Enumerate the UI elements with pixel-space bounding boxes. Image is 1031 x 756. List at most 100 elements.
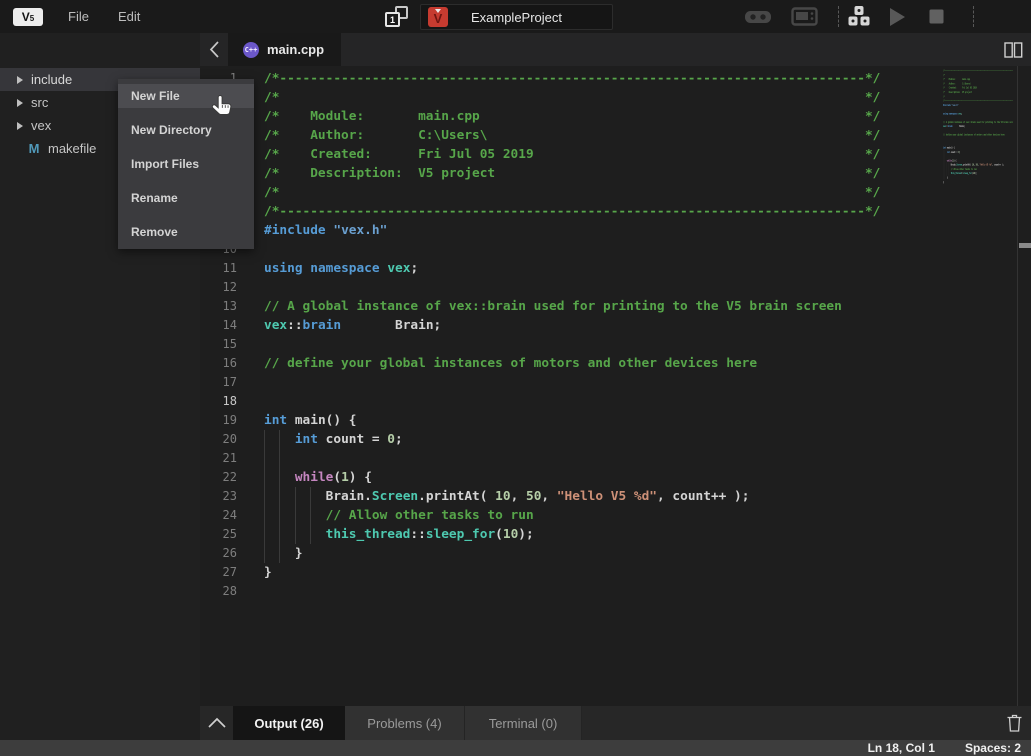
tree-item-label: vex: [31, 118, 51, 133]
code-line[interactable]: this_thread::sleep_for(10);: [264, 525, 880, 544]
line-number: 21: [200, 449, 245, 468]
devices-icon[interactable]: [847, 0, 871, 33]
indent-guide: [279, 525, 280, 544]
code-line[interactable]: [264, 582, 880, 601]
indent-guide: [279, 449, 280, 468]
code-line[interactable]: using namespace vex;: [264, 259, 880, 278]
context-menu-item-rename[interactable]: Rename: [118, 181, 254, 215]
line-number: 17: [200, 373, 245, 392]
line-number: 23: [200, 487, 245, 506]
code-content[interactable]: /*--------------------------------------…: [264, 69, 880, 601]
chevron-right-icon[interactable]: [17, 99, 23, 107]
panel-tab-terminal[interactable]: Terminal (0): [465, 706, 582, 740]
indent-guide: [310, 506, 311, 525]
code-line[interactable]: // define your global instances of motor…: [264, 354, 880, 373]
code-line[interactable]: }: [264, 563, 880, 582]
code-line[interactable]: int main() {: [264, 411, 880, 430]
code-line[interactable]: [264, 335, 880, 354]
brain-screen-icon[interactable]: [791, 0, 818, 33]
menu-edit[interactable]: Edit: [112, 0, 146, 33]
panel-tab-problems[interactable]: Problems (4): [345, 706, 465, 740]
indent-guide: [279, 487, 280, 506]
context-menu-item-remove[interactable]: Remove: [118, 215, 254, 249]
run-icon[interactable]: [888, 0, 907, 33]
code-line[interactable]: // Allow other tasks to run: [264, 506, 880, 525]
indent-guide: [279, 544, 280, 563]
indent-guide: [310, 525, 311, 544]
makefile-icon: M: [28, 141, 40, 156]
code-line[interactable]: /*--------------------------------------…: [264, 202, 880, 221]
cpp-file-icon: C++: [243, 42, 259, 58]
code-line[interactable]: /* Created: Fri Jul 05 2019 */: [264, 145, 880, 164]
code-line[interactable]: [264, 449, 880, 468]
code-line[interactable]: /*--------------------------------------…: [264, 69, 880, 88]
code-line[interactable]: [264, 240, 880, 259]
back-chevron-icon[interactable]: [205, 39, 225, 60]
hand-cursor-pointer: [210, 93, 237, 125]
indent-guide: [264, 487, 265, 506]
code-line[interactable]: [264, 278, 880, 297]
line-number: 24: [200, 506, 245, 525]
status-bar: Ln 18, Col 1 Spaces: 2: [0, 740, 1031, 756]
split-editor-icon[interactable]: [1004, 42, 1023, 63]
code-line[interactable]: #include "vex.h": [264, 221, 880, 240]
scrollbar-thumb[interactable]: [1019, 243, 1031, 248]
indent-guide: [279, 430, 280, 449]
bottom-panel-tabs: Output (26)Problems (4)Terminal (0): [200, 706, 1031, 740]
controller-icon[interactable]: [744, 0, 772, 33]
tree-item-label: include: [31, 72, 72, 87]
line-number: 27: [200, 563, 245, 582]
code-editor[interactable]: 1234567891011121314151617181920212223242…: [200, 66, 1031, 706]
slot-number: 1: [385, 12, 400, 27]
panel-expand-chevron-icon[interactable]: [200, 706, 233, 740]
code-line[interactable]: [264, 373, 880, 392]
code-content[interactable]: /*--------------------------------------…: [943, 69, 1013, 189]
indent-guide: [264, 525, 265, 544]
indentation-setting[interactable]: Spaces: 2: [965, 741, 1021, 755]
clear-output-trash-icon[interactable]: [1006, 713, 1023, 738]
code-line[interactable]: vex::brain Brain;: [264, 316, 880, 335]
code-line[interactable]: // A global instance of vex::brain used …: [264, 297, 880, 316]
context-menu-item-import-files[interactable]: Import Files: [118, 147, 254, 181]
code-line[interactable]: /* */: [264, 183, 880, 202]
line-number: 16: [200, 354, 245, 373]
code-line[interactable]: [264, 392, 880, 411]
code-line[interactable]: /* */: [264, 88, 880, 107]
indent-guide: [279, 506, 280, 525]
top-menu-bar: V5 File Edit 1 V ExampleProject: [0, 0, 1031, 33]
menu-file[interactable]: File: [62, 0, 95, 33]
chevron-right-icon[interactable]: [17, 76, 23, 84]
v5-logo[interactable]: V5: [13, 8, 43, 26]
stop-icon[interactable]: [929, 0, 944, 33]
indent-guide: [264, 449, 265, 468]
vexcode-window: V5 File Edit 1 V ExampleProject: [0, 0, 1031, 756]
indent-guide: [264, 544, 265, 563]
line-number: 11: [200, 259, 245, 278]
minimap[interactable]: /*--------------------------------------…: [935, 68, 1013, 208]
code-line[interactable]: Brain.Screen.printAt( 10, 50, "Hello V5 …: [264, 487, 880, 506]
tab-label: main.cpp: [267, 42, 324, 57]
indent-guide: [295, 506, 296, 525]
code-line[interactable]: }: [264, 544, 880, 563]
code-line[interactable]: /* Module: main.cpp */: [264, 107, 880, 126]
indent-guide: [295, 525, 296, 544]
cursor-position[interactable]: Ln 18, Col 1: [868, 741, 935, 755]
code-line[interactable]: [943, 184, 1013, 188]
line-number: 19: [200, 411, 245, 430]
code-line[interactable]: int count = 0;: [264, 430, 880, 449]
chevron-right-icon[interactable]: [17, 122, 23, 130]
indent-guide: [264, 468, 265, 487]
overview-ruler[interactable]: [1017, 66, 1031, 706]
code-line[interactable]: while(1) {: [264, 468, 880, 487]
code-line[interactable]: /* Author: C:\Users\ */: [264, 126, 880, 145]
indent-guide: [310, 487, 311, 506]
code-line[interactable]: /* Description: V5 project */: [264, 164, 880, 183]
tab-main-cpp[interactable]: C++ main.cpp: [228, 33, 341, 66]
slot-icon[interactable]: 1: [385, 6, 408, 27]
toolbar-separator: [973, 6, 974, 27]
project-name-button[interactable]: V ExampleProject: [420, 4, 613, 30]
line-number: 12: [200, 278, 245, 297]
tree-item-label: src: [31, 95, 48, 110]
line-number: 14: [200, 316, 245, 335]
panel-tab-output[interactable]: Output (26): [233, 706, 345, 740]
